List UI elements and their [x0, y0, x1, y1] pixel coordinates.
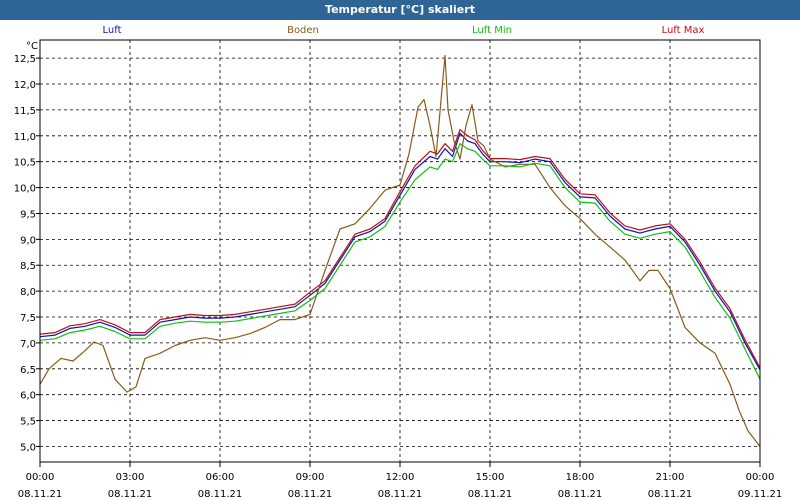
y-tick-label-12: 11,0: [14, 132, 36, 143]
y-tick-label-4: 7,0: [20, 339, 36, 350]
y-tick-label-7: 8,5: [20, 261, 36, 272]
x-tick-date-label-1: 08.11.21: [108, 489, 153, 500]
legend-entry-0: Luft: [103, 25, 122, 36]
y-tick-labels: 5,0 5,5 6,0 6,5 7,0 7,5 8,0 8,5 9,0 9,5 10,0 10,5 11…: [14, 54, 36, 453]
x-tick-time-label-8: 00:00: [746, 472, 775, 483]
x-tick-time-label-3: 09:00: [296, 472, 325, 483]
x-tick-time-label-6: 18:00: [566, 472, 595, 483]
y-tick-label-13: 11,5: [14, 106, 36, 117]
x-tick-time-label-0: 00:00: [26, 472, 55, 483]
x-tick-time-label-5: 15:00: [476, 472, 505, 483]
y-tick-label-11: 10,5: [14, 158, 36, 169]
x-tick-date-label-6: 08.11.21: [558, 489, 603, 500]
y-tick-label-6: 8,0: [20, 287, 36, 298]
y-tick-label-2: 6,0: [20, 391, 36, 402]
x-tick-date-label-8: 09.11.21: [738, 489, 783, 500]
legend: Luft Boden Luft Min Luft Max: [103, 25, 705, 36]
chart-title: Temperatur [°C] skaliert: [0, 0, 800, 20]
x-tick-time-label-7: 21:00: [656, 472, 685, 483]
y-tick-label-3: 6,5: [20, 365, 36, 376]
y-tick-label-8: 9,0: [20, 235, 36, 246]
grid: [36, 40, 761, 467]
x-tick-date-label-0: 08.11.21: [18, 489, 63, 500]
temperature-chart: Luft Boden Luft Min Luft Max °C 5,0 5,5 6,0 6,…: [14, 25, 783, 500]
legend-entry-2: Luft Min: [472, 25, 512, 36]
chart-window: Temperatur [°C] skaliert Luft Boden Luft M…: [0, 0, 800, 500]
y-tick-label-0: 5,0: [20, 442, 36, 453]
y-axis-label: °C: [26, 41, 38, 52]
legend-entry-3: Luft Max: [662, 25, 705, 36]
x-tick-date-label-3: 08.11.21: [288, 489, 333, 500]
y-tick-label-9: 9,5: [20, 209, 36, 220]
x-tick-date-label-7: 08.11.21: [648, 489, 693, 500]
x-tick-date-label-4: 08.11.21: [378, 489, 423, 500]
y-tick-label-15: 12,5: [14, 54, 36, 65]
y-tick-label-5: 7,5: [20, 313, 36, 324]
y-tick-label-1: 5,5: [20, 417, 36, 428]
y-tick-label-14: 12,0: [14, 80, 36, 91]
x-tick-time-label-4: 12:00: [386, 472, 415, 483]
legend-entry-1: Boden: [287, 25, 319, 36]
y-tick-label-10: 10,0: [14, 184, 36, 195]
x-tick-labels: 00:00 08.11.21 03:00 08.11.21 06:00 08.11.21 0…: [18, 472, 783, 500]
x-tick-time-label-1: 03:00: [116, 472, 145, 483]
x-tick-date-label-2: 08.11.21: [198, 489, 243, 500]
x-tick-time-label-2: 06:00: [206, 472, 235, 483]
x-tick-date-label-5: 08.11.21: [468, 489, 513, 500]
